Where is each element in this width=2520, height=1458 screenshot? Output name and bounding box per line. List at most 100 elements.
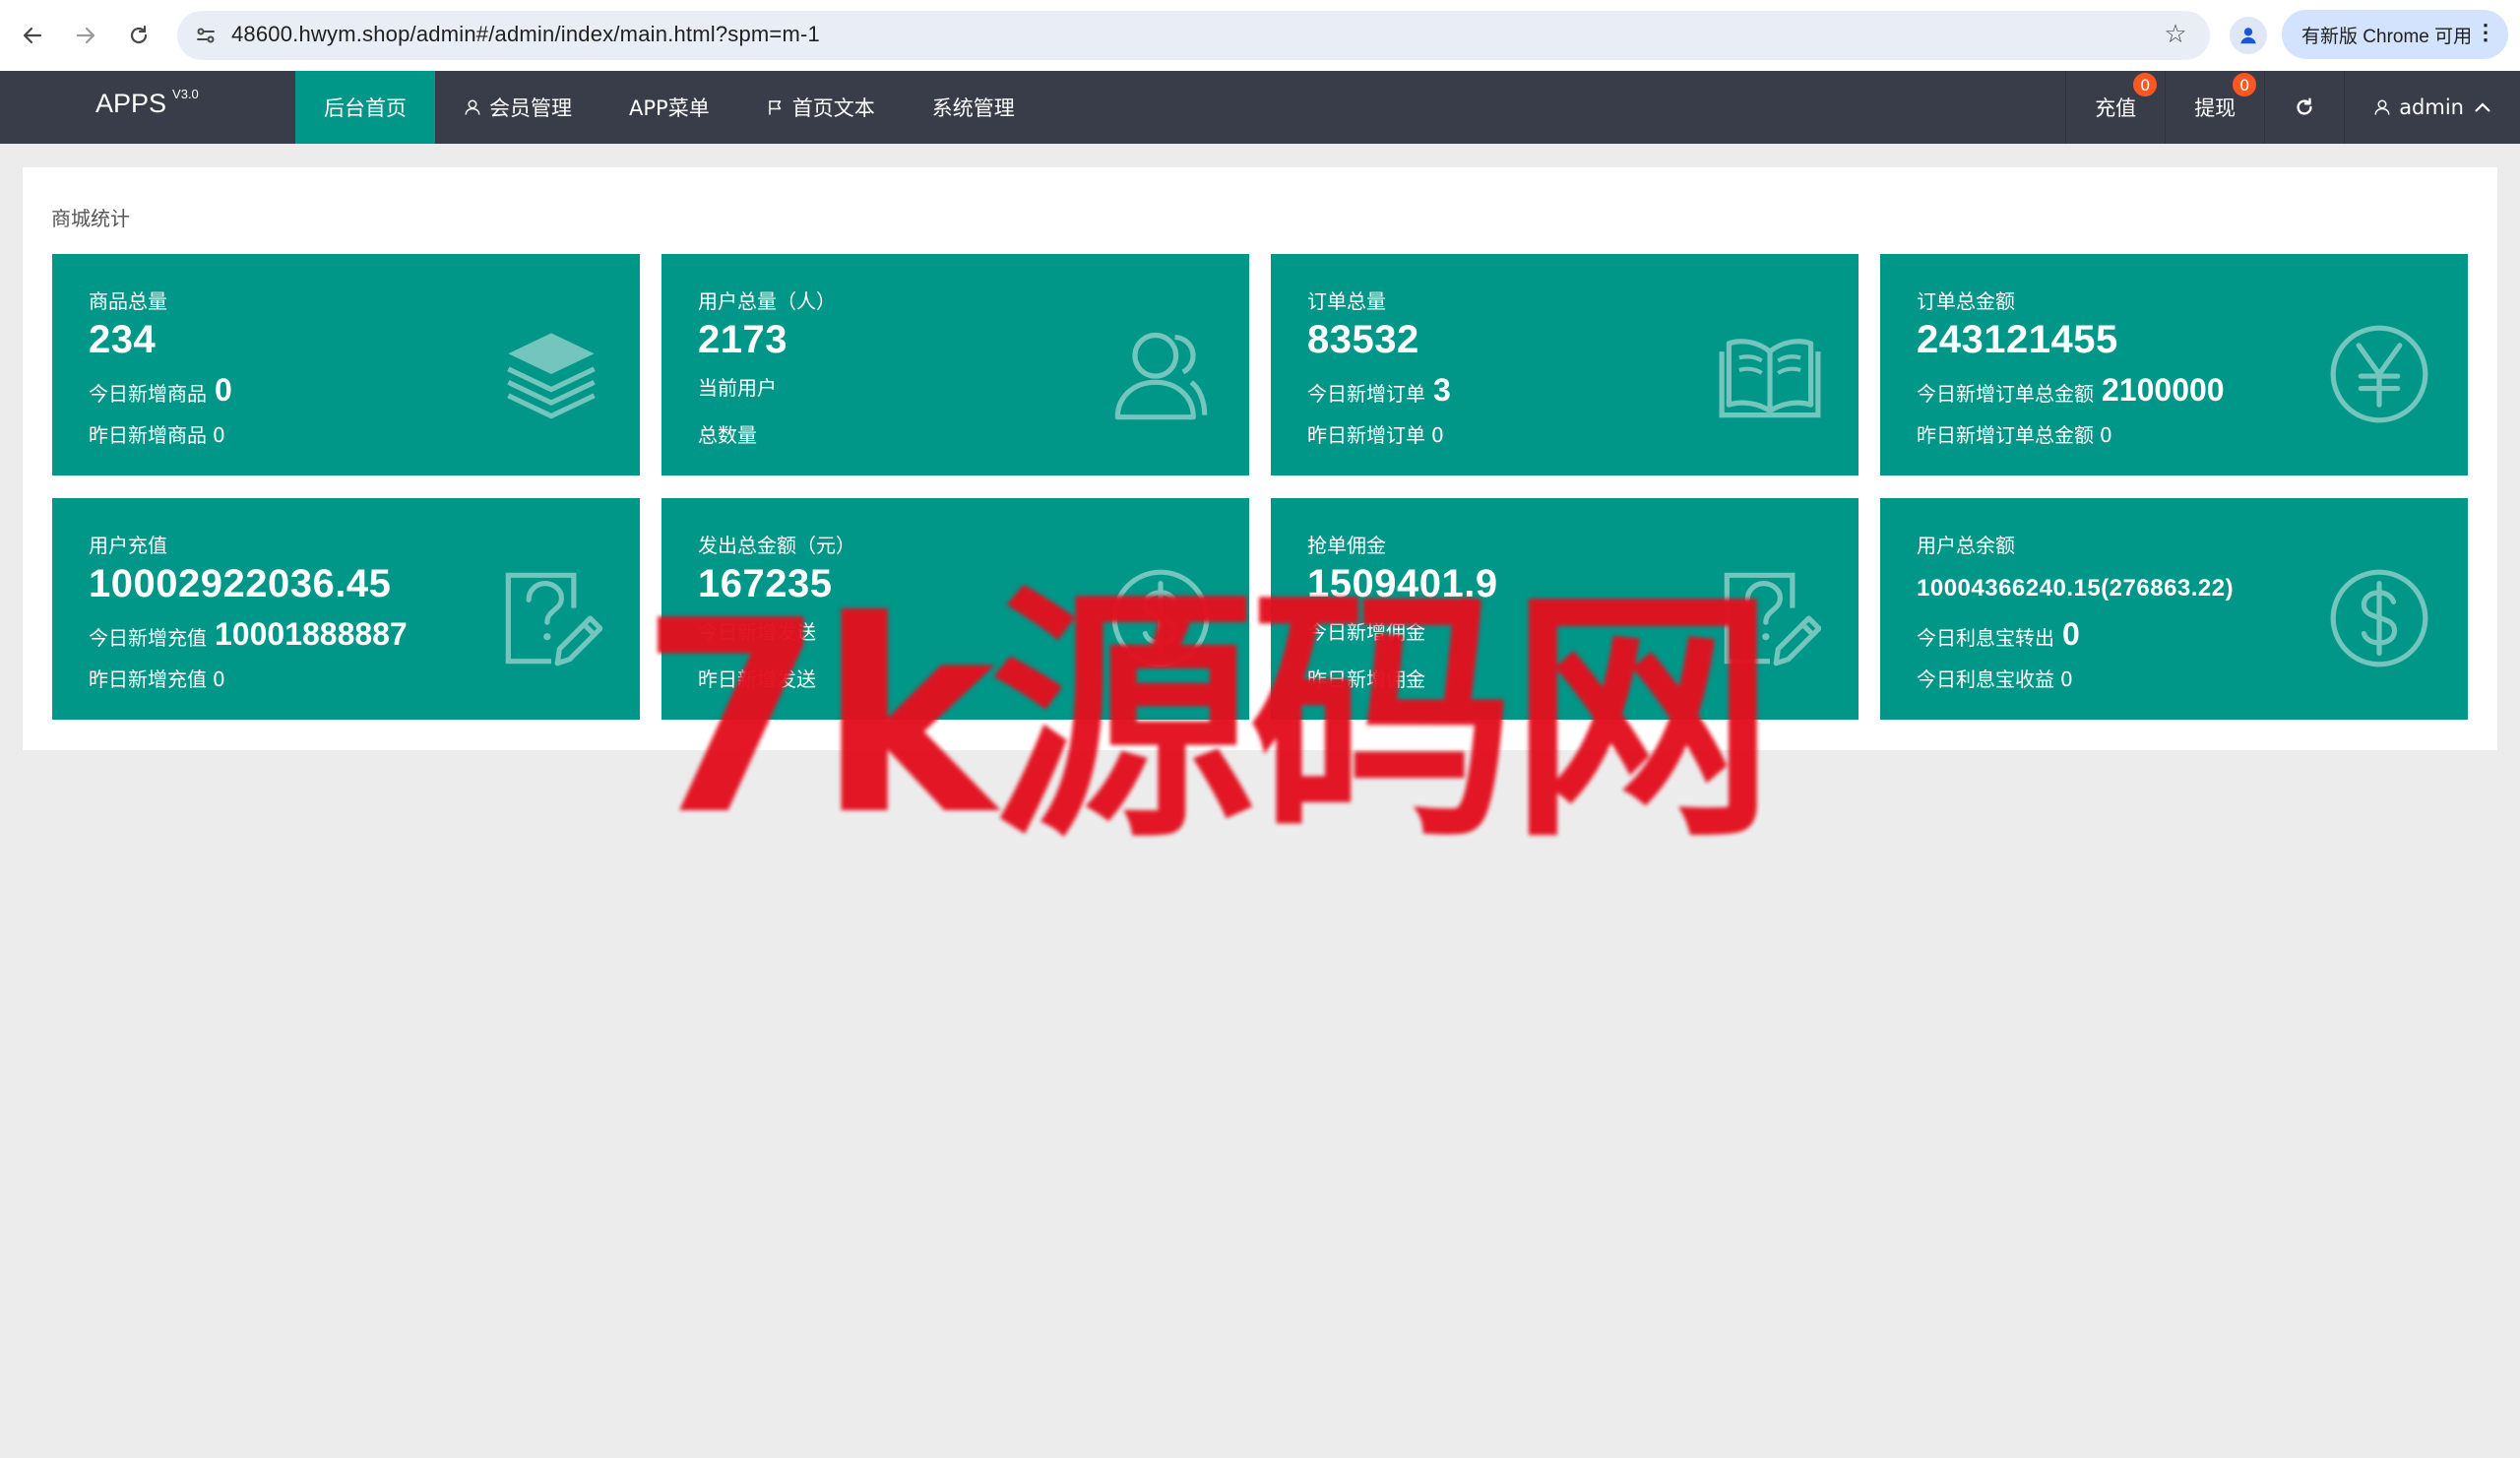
arrow-right-icon: [76, 27, 95, 44]
card-label: 用户总余额: [1917, 534, 2015, 557]
card-label: 抢单佣金: [1307, 534, 1386, 557]
card-sub-label: 昨日新增充值: [89, 667, 207, 691]
card-sub-value: 0: [2062, 616, 2080, 652]
chrome-update-button[interactable]: 有新版 Chrome 可用 ⋮: [2282, 10, 2508, 59]
menu-item-home[interactable]: 后台首页: [295, 71, 435, 144]
site-settings-icon[interactable]: [191, 21, 220, 50]
menu-item-system[interactable]: 系统管理: [904, 71, 1043, 144]
card-value: 83532: [1307, 318, 1419, 361]
reload-icon: [130, 25, 148, 44]
version-tag: V3.0: [172, 87, 199, 101]
forward-button[interactable]: [68, 18, 103, 53]
user-menu[interactable]: admin: [2344, 71, 2520, 144]
card-sub-line: 今日新增商品 0: [89, 372, 232, 409]
card-sub-value: 3: [1433, 372, 1451, 408]
card-sub-line: 今日利息宝转出 0: [1917, 616, 2080, 653]
card-sub-label: 今日新增商品: [89, 382, 207, 406]
card-sub-label: 今日新增订单总金额: [1917, 382, 2094, 406]
reload-button[interactable]: [121, 18, 157, 53]
stat-card-recharge: 用户充值 10002922036.45 今日新增充值 10001888887 昨…: [52, 498, 640, 720]
stat-card-orders: 订单总量 83532 今日新增订单 3 昨日新增订单 0: [1271, 254, 1858, 475]
user-icon: [2373, 98, 2391, 116]
card-sub-line: 昨日新增商品 0: [89, 419, 225, 448]
logo-text: APPS: [95, 89, 167, 118]
recharge-label: 充值: [2095, 96, 2137, 120]
card-sub-label: 今日利息宝收益: [1917, 667, 2054, 691]
card-sub-label: 今日新增订单: [1307, 382, 1425, 406]
back-button[interactable]: [15, 18, 50, 53]
card-label: 用户总量（人）: [698, 289, 836, 313]
menu-item-members[interactable]: 会员管理: [435, 71, 600, 144]
card-sub-line: 昨日新增充值 0: [89, 664, 225, 692]
card-sub-line: 今日新增订单总金额 2100000: [1917, 372, 2225, 409]
menu-item-label: 首页文本: [791, 96, 875, 120]
card-sub-value: 2100000: [2102, 372, 2225, 408]
card-sub-value: 0: [1431, 423, 1444, 447]
profile-avatar-icon[interactable]: [2230, 17, 2267, 54]
card-sub-label: 昨日新增订单: [1307, 423, 1425, 447]
card-sub-label: 昨日新增订单总金额: [1917, 423, 2094, 447]
card-sub-label: 今日利息宝转出: [1917, 626, 2054, 650]
card-sub-line: 昨日新增订单 0: [1307, 419, 1444, 448]
users-icon: [1114, 332, 1208, 420]
card-label: 商品总量: [89, 289, 167, 313]
withdraw-label: 提现: [2194, 96, 2236, 120]
card-sub-value: 0: [213, 423, 225, 447]
card-sub-line: 今日新增订单 3: [1307, 372, 1451, 409]
chrome-update-label: 有新版 Chrome 可用: [2301, 26, 2473, 47]
refresh-icon: [2297, 97, 2312, 115]
card-value: 2173: [698, 318, 788, 361]
card-sub-value: 0: [2060, 667, 2073, 691]
user-name: admin: [2399, 95, 2464, 119]
card-value: 243121455: [1917, 318, 2118, 361]
card-sub-label: 当前用户: [698, 376, 777, 400]
card-sub-value: 0: [2100, 423, 2112, 447]
card-sub-line: 今日新增充值 10001888887: [89, 616, 408, 653]
card-sub-value: 0: [215, 372, 232, 408]
recharge-badge: 0: [2133, 73, 2158, 96]
card-value: 10004366240.15(276863.22): [1917, 575, 2235, 602]
app-header: APPS V3.0 后台首页 会员管理 APP菜单 首页文本 系统管理 充值 0: [0, 71, 2520, 144]
menu-item-label: 后台首页: [324, 96, 407, 120]
menu-item-app-menu[interactable]: APP菜单: [600, 71, 738, 144]
recharge-link[interactable]: 充值 0: [2065, 71, 2165, 144]
yen-circle-icon: [2330, 325, 2428, 423]
card-label: 用户充值: [89, 534, 167, 557]
app-logo: APPS V3.0: [95, 87, 199, 119]
card-sub-line: 昨日新增订单总金额 0: [1917, 419, 2112, 448]
watermark: 7k源码网: [640, 563, 1775, 873]
card-sub-label: 昨日新增商品: [89, 423, 207, 447]
layers-icon: [507, 333, 596, 419]
card-label: 订单总金额: [1917, 289, 2015, 313]
card-value: 234: [89, 318, 157, 361]
address-bar[interactable]: 48600.hwym.shop/admin#/admin/index/main.…: [177, 11, 2210, 60]
panel-title: 商城统计: [51, 207, 130, 230]
stat-card-order-amount: 订单总金额 243121455 今日新增订单总金额 2100000 昨日新增订单…: [1880, 254, 2468, 475]
withdraw-link[interactable]: 提现 0: [2165, 71, 2264, 144]
card-sub-value: 0: [213, 667, 225, 691]
card-sub-line: 总数量: [698, 419, 763, 448]
user-icon: [464, 98, 481, 116]
more-menu-icon[interactable]: ⋮: [2475, 20, 2496, 45]
card-label: 发出总金额（元）: [698, 534, 855, 557]
stat-card-balance: 用户总余额 10004366240.15(276863.22) 今日利息宝转出 …: [1880, 498, 2468, 720]
bookmark-star-icon[interactable]: ☆: [2161, 20, 2190, 49]
stat-card-users: 用户总量（人） 2173 当前用户 总数量: [662, 254, 1249, 475]
refresh-button[interactable]: [2264, 71, 2344, 144]
menu-item-label: APP菜单: [629, 96, 710, 120]
flag-icon: [767, 98, 785, 116]
withdraw-badge: 0: [2233, 73, 2257, 96]
url-text: 48600.hwym.shop/admin#/admin/index/main.…: [231, 22, 820, 46]
menu-item-label: 会员管理: [489, 96, 572, 120]
browser-toolbar: 48600.hwym.shop/admin#/admin/index/main.…: [0, 0, 2520, 72]
menu-item-home-text[interactable]: 首页文本: [738, 71, 904, 144]
chevron-up-icon: [2474, 97, 2491, 118]
stat-card-products: 商品总量 234 今日新增商品 0 昨日新增商品 0: [52, 254, 640, 475]
book-icon: [1719, 339, 1821, 418]
header-right-nav: 充值 0 提现 0 admin: [2065, 71, 2520, 144]
card-sub-line: 当前用户: [698, 372, 785, 401]
arrow-left-icon: [23, 27, 42, 44]
card-value: 10002922036.45: [89, 562, 392, 605]
menu-item-label: 系统管理: [931, 96, 1015, 120]
question-edit-icon: [505, 572, 602, 666]
